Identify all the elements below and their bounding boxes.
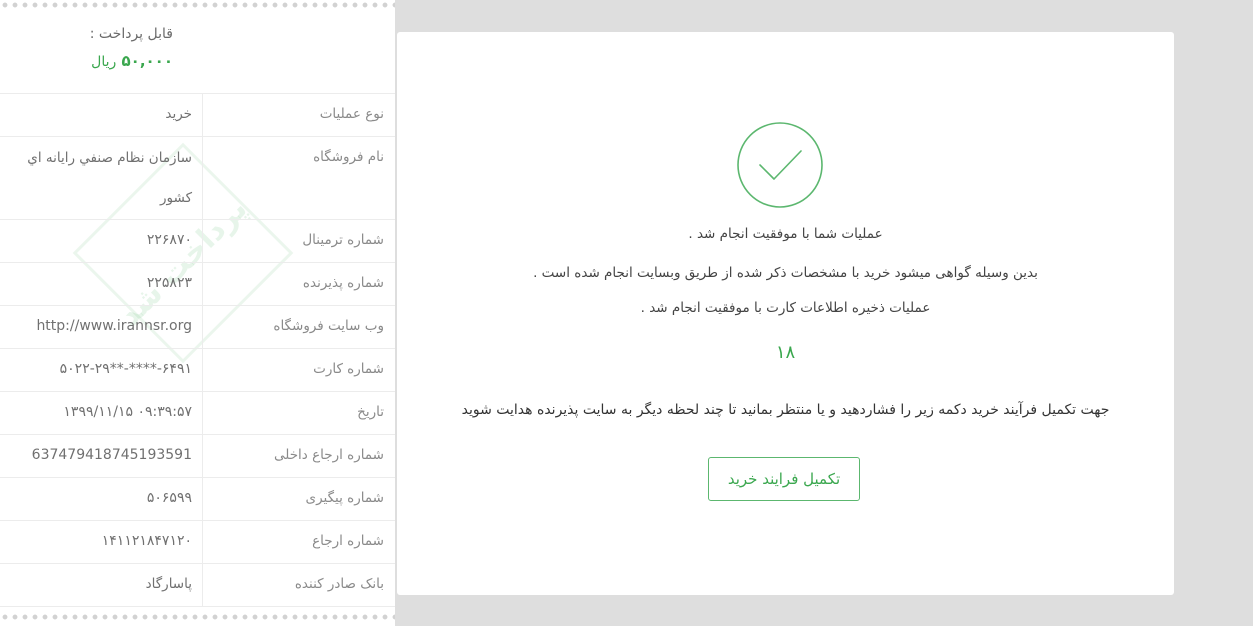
- check-circle-icon: [737, 122, 823, 208]
- row-issuing-bank: بانک صادر کننده پاسارگاد: [0, 564, 395, 607]
- receipt-details-table: نوع عملیات خرید نام فروشگاه سازمان نظام …: [0, 94, 395, 607]
- row-label: بانک صادر کننده: [202, 564, 395, 606]
- row-label: تاریخ: [202, 392, 395, 434]
- row-label: شماره ارجاع: [202, 521, 395, 563]
- row-label: شماره پذیرنده: [202, 263, 395, 305]
- row-terminal-number: شماره ترمینال ۲۲۶۸۷۰: [0, 220, 395, 263]
- row-label: شماره کارت: [202, 349, 395, 391]
- row-value: http://www.irannsr.org: [36, 318, 192, 334]
- row-merchant-number: شماره پذیرنده ۲۲۵۸۲۳: [0, 263, 395, 306]
- redirect-instruction: جهت تکمیل فرآیند خرید دکمه زیر را فشارده…: [461, 402, 1110, 418]
- row-label: شماره ارجاع داخلی: [202, 435, 395, 477]
- row-internal-reference: شماره ارجاع داخلی 637479418745193591: [0, 435, 395, 478]
- row-card-number: شماره کارت ۵۰۲۲-۲۹**-****-۶۴۹۱: [0, 349, 395, 392]
- row-date: تاریخ ۱۳۹۹/۱۱/۱۵ ۰۹:۳۹:۵۷: [0, 392, 395, 435]
- result-card: عملیات شما با موفقیت انجام شد . بدین وسی…: [397, 32, 1174, 595]
- row-value: سازمان نظام صنفي رايانه اي كشور: [27, 150, 192, 206]
- row-label: شماره ترمینال: [202, 220, 395, 262]
- row-label: نام فروشگاه: [202, 137, 395, 219]
- success-message: عملیات شما با موفقیت انجام شد .: [688, 226, 883, 242]
- receipt-edge-top: [0, 0, 395, 10]
- card-saved-message: عملیات ذخیره اطلاعات کارت با موفقیت انجا…: [640, 300, 931, 316]
- row-value: 637479418745193591: [31, 447, 192, 463]
- payable-amount-unit: ریال: [91, 54, 117, 70]
- row-value: ۱۳۹۹/۱۱/۱۵ ۰۹:۳۹:۵۷: [63, 404, 192, 420]
- row-value: خرید: [165, 106, 192, 122]
- row-reference-number: شماره ارجاع ۱۴۱۱۲۱۸۴۷۱۲۰: [0, 521, 395, 564]
- row-tracking-number: شماره پیگیری ۵۰۶۵۹۹: [0, 478, 395, 521]
- row-store-website: وب سایت فروشگاه http://www.irannsr.org: [0, 306, 395, 349]
- row-value: ۵۰۲۲-۲۹**-****-۶۴۹۱: [59, 361, 192, 377]
- payable-label: قابل پرداخت :: [89, 26, 173, 42]
- redirect-countdown: ۱۸: [775, 342, 796, 363]
- row-label: وب سایت فروشگاه: [202, 306, 395, 348]
- certification-message: بدین وسیله گواهی میشود خرید با مشخصات ذک…: [533, 265, 1038, 281]
- row-value: پاسارگاد: [145, 576, 192, 592]
- row-value: ۲۲۵۸۲۳: [146, 275, 192, 291]
- payable-amount-value: ۵۰,۰۰۰: [121, 52, 173, 70]
- row-value: ۱۴۱۱۲۱۸۴۷۱۲۰: [101, 533, 192, 549]
- row-operation-type: نوع عملیات خرید: [0, 94, 395, 137]
- payable-amount: ۵۰,۰۰۰ ریال: [91, 52, 173, 70]
- receipt-panel: قابل پرداخت : ۵۰,۰۰۰ ریال پرداخت شد نوع …: [0, 0, 395, 626]
- receipt-edge-bottom: [0, 612, 395, 622]
- row-value: ۵۰۶۵۹۹: [146, 490, 192, 506]
- row-value: ۲۲۶۸۷۰: [146, 232, 192, 248]
- row-label: نوع عملیات: [202, 94, 395, 136]
- complete-purchase-button[interactable]: تکمیل فرایند خرید: [708, 457, 860, 501]
- row-label: شماره پیگیری: [202, 478, 395, 520]
- payable-box: قابل پرداخت : ۵۰,۰۰۰ ریال: [0, 10, 395, 94]
- row-store-name: نام فروشگاه سازمان نظام صنفي رايانه اي ك…: [0, 137, 395, 220]
